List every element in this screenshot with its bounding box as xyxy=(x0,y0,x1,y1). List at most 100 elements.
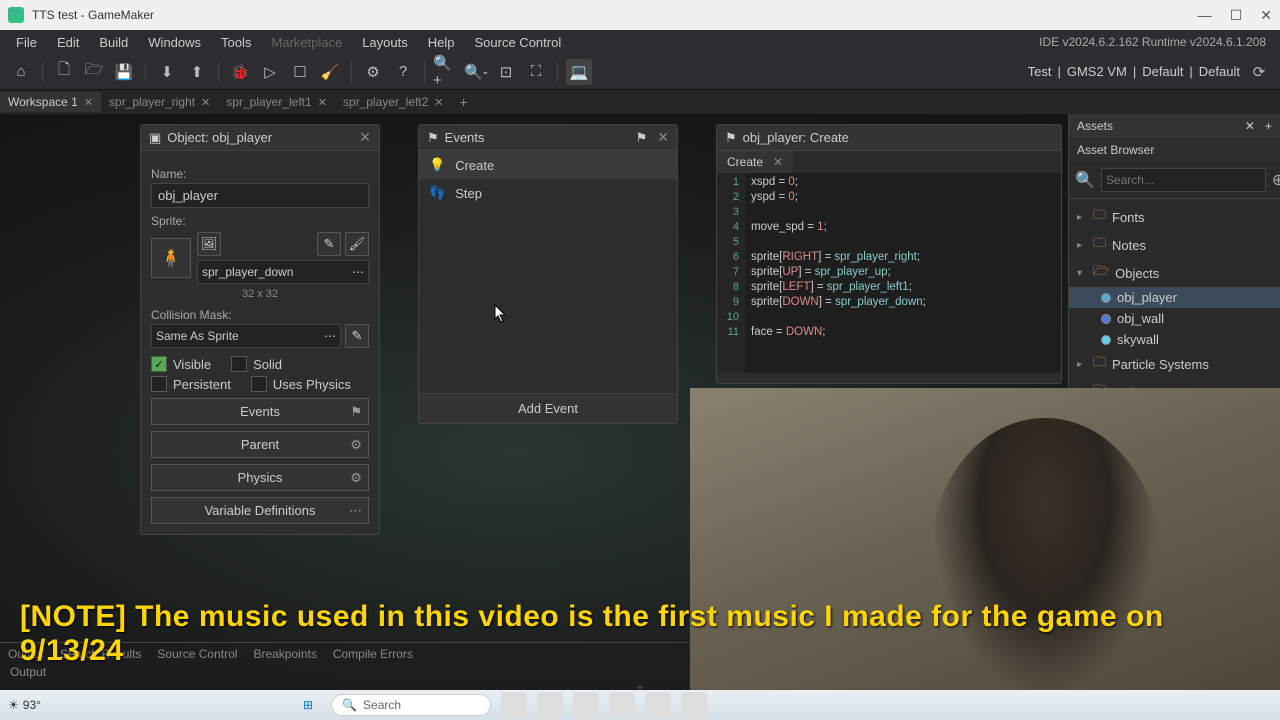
import-button[interactable]: ⬇ xyxy=(154,59,180,85)
sprite-brush-button[interactable]: 🖌 xyxy=(345,232,369,256)
flag-icon[interactable]: ⚑ xyxy=(636,130,648,146)
sprite-thumbnail[interactable]: 🧍 xyxy=(151,238,191,278)
expand-button[interactable]: ⛶ xyxy=(523,59,549,85)
export-button[interactable]: ⬆ xyxy=(184,59,210,85)
solid-label: Solid xyxy=(253,357,282,372)
tab-spr-player-left2[interactable]: spr_player_left2 ✕ xyxy=(335,92,452,112)
add-icon[interactable]: ⊕ xyxy=(1272,170,1280,190)
tree-objects[interactable]: ▾🗁Objects xyxy=(1069,259,1280,287)
clean-button[interactable]: 🧹 xyxy=(317,59,343,85)
taskbar-app-icon[interactable] xyxy=(645,692,671,718)
assets-tab[interactable]: Assets xyxy=(1077,119,1113,133)
event-label: Step xyxy=(455,186,482,201)
run-button[interactable]: ▷ xyxy=(257,59,283,85)
menu-edit[interactable]: Edit xyxy=(47,33,89,52)
taskbar-weather[interactable]: ☀ 93° xyxy=(8,698,41,712)
close-icon[interactable]: ✕ xyxy=(434,96,443,109)
tab-label: spr_player_right xyxy=(109,95,195,109)
close-icon[interactable]: ✕ xyxy=(773,155,783,169)
add-event-button[interactable]: Add Event xyxy=(419,393,677,423)
event-step[interactable]: 👣 Step xyxy=(419,179,677,207)
menu-help[interactable]: Help xyxy=(418,33,465,52)
target-test[interactable]: Test xyxy=(1028,64,1052,79)
menu-layouts[interactable]: Layouts xyxy=(352,33,418,52)
menu-build[interactable]: Build xyxy=(89,33,138,52)
physics-button[interactable]: Physics⚙ xyxy=(151,464,369,491)
collision-value: Same As Sprite xyxy=(156,329,239,343)
add-tab-button[interactable]: + xyxy=(452,94,476,110)
tree-fonts[interactable]: ▸🗀Fonts xyxy=(1069,203,1280,231)
sprite-edit-button[interactable]: ✎ xyxy=(317,232,341,256)
taskbar-app-icon[interactable] xyxy=(573,692,599,718)
physics-checkbox[interactable] xyxy=(251,376,267,392)
target-vm[interactable]: GMS2 VM xyxy=(1067,64,1127,79)
solid-checkbox[interactable] xyxy=(231,356,247,372)
persistent-checkbox[interactable] xyxy=(151,376,167,392)
menu-tools[interactable]: Tools xyxy=(211,33,261,52)
sprite-name-dropdown[interactable]: spr_player_down ⋯ xyxy=(197,260,369,284)
home-button[interactable]: ⌂ xyxy=(8,59,34,85)
flag-icon: ⚑ xyxy=(427,130,439,146)
tab-spr-player-right[interactable]: spr_player_right ✕ xyxy=(101,92,218,112)
code-tab-create[interactable]: Create ✕ xyxy=(717,151,793,173)
tree-obj-wall[interactable]: obj_wall xyxy=(1069,308,1280,329)
mouse-cursor xyxy=(494,304,508,324)
event-create[interactable]: 💡 Create xyxy=(419,151,677,179)
menu-source-control[interactable]: Source Control xyxy=(465,33,572,52)
parent-button[interactable]: Parent⚙ xyxy=(151,431,369,458)
code-content[interactable]: xspd = 0; yspd = 0; move_spd = 1; sprite… xyxy=(745,173,932,373)
taskbar-app-icon[interactable] xyxy=(681,692,707,718)
taskbar-app-icon[interactable] xyxy=(537,692,563,718)
minimize-button[interactable]: — xyxy=(1198,7,1212,24)
visible-checkbox[interactable]: ✓ xyxy=(151,356,167,372)
tree-skywall[interactable]: skywall xyxy=(1069,329,1280,350)
close-icon[interactable]: ✕ xyxy=(318,96,327,109)
version-label: IDE v2024.6.2.162 Runtime v2024.6.1.208 xyxy=(1029,33,1274,51)
tab-spr-player-left1[interactable]: spr_player_left1 ✕ xyxy=(218,92,335,112)
menu-file[interactable]: File xyxy=(6,33,47,52)
collision-mask-dropdown[interactable]: Same As Sprite ⋯ xyxy=(151,324,341,348)
close-icon[interactable]: ✕ xyxy=(201,96,210,109)
target-default2[interactable]: Default xyxy=(1199,64,1240,79)
close-icon[interactable]: ✕ xyxy=(657,129,669,146)
settings-button[interactable]: ⚙ xyxy=(360,59,386,85)
menu-windows[interactable]: Windows xyxy=(138,33,211,52)
tree-notes[interactable]: ▸🗀Notes xyxy=(1069,231,1280,259)
zoom-reset-button[interactable]: ⊡ xyxy=(493,59,519,85)
taskbar-search[interactable]: 🔍 Search xyxy=(331,694,491,716)
asset-search-input[interactable] xyxy=(1101,168,1266,192)
zoom-in-button[interactable]: 🔍+ xyxy=(433,59,459,85)
object-name-input[interactable] xyxy=(151,183,369,208)
object-editor-panel: ▣ Object: obj_player ✕ Name: Sprite: 🧍 🖼… xyxy=(140,124,380,535)
close-button[interactable]: ✕ xyxy=(1260,7,1272,24)
taskbar-app-icon[interactable] xyxy=(501,692,527,718)
add-asset-button[interactable]: + xyxy=(1265,119,1272,133)
close-icon[interactable]: ✕ xyxy=(1245,119,1255,133)
events-button[interactable]: Events⚑ xyxy=(151,398,369,425)
tree-obj-player[interactable]: obj_player xyxy=(1069,287,1280,308)
collision-edit-button[interactable]: ✎ xyxy=(345,324,369,348)
close-icon[interactable]: ✕ xyxy=(84,96,93,109)
tree-particle-systems[interactable]: ▸🗀Particle Systems xyxy=(1069,350,1280,378)
sprite-select-button[interactable]: 🖼 xyxy=(197,232,221,256)
target-settings-icon[interactable]: ⟳ xyxy=(1246,59,1272,85)
target-default1[interactable]: Default xyxy=(1142,64,1183,79)
help-button[interactable]: ? xyxy=(390,59,416,85)
new-button[interactable]: 🗋 xyxy=(51,59,77,85)
start-button[interactable]: ⊞ xyxy=(303,698,313,712)
variable-definitions-button[interactable]: Variable Definitions⋯ xyxy=(151,497,369,524)
laptop-button[interactable]: 💻 xyxy=(566,59,592,85)
persistent-label: Persistent xyxy=(173,377,231,392)
search-icon: 🔍 xyxy=(342,698,357,712)
tab-workspace-1[interactable]: Workspace 1 ✕ xyxy=(0,92,101,112)
taskbar-app-icon[interactable] xyxy=(609,692,635,718)
close-icon[interactable]: ✕ xyxy=(359,129,371,146)
event-label: Create xyxy=(455,158,494,173)
maximize-button[interactable]: ☐ xyxy=(1230,7,1243,24)
stop-button[interactable]: ☐ xyxy=(287,59,313,85)
save-button[interactable]: 💾 xyxy=(111,59,137,85)
zoom-out-button[interactable]: 🔍- xyxy=(463,59,489,85)
open-button[interactable]: 🗁 xyxy=(81,59,107,85)
debug-button[interactable]: 🐞 xyxy=(227,59,253,85)
code-editor[interactable]: 1234567891011 xspd = 0; yspd = 0; move_s… xyxy=(717,173,1061,373)
